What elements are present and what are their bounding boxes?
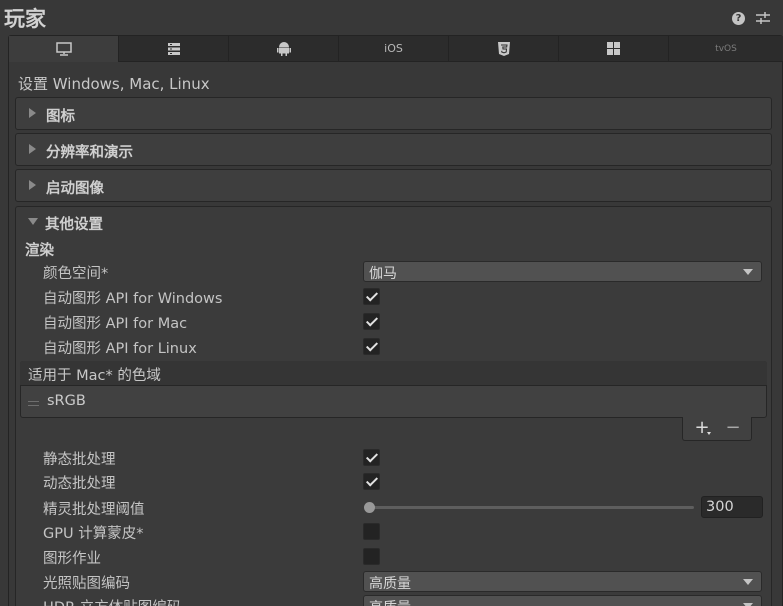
tab-webgl[interactable]: [449, 36, 559, 62]
lightmap-encoding-value: 高质量: [369, 576, 411, 592]
static-batching-label: 静态批处理: [43, 452, 116, 468]
hdr-cubemap-label: HDR 立方体贴图编码: [43, 596, 181, 606]
chevron-down-icon: [743, 579, 753, 585]
sprite-threshold-input[interactable]: 300: [701, 496, 763, 518]
static-batching-checkbox[interactable]: [363, 449, 380, 466]
auto-api-windows-label: 自动图形 API for Windows: [43, 291, 223, 307]
auto-api-windows-checkbox[interactable]: [363, 288, 380, 305]
sprite-threshold-value: 300: [706, 499, 734, 515]
color-gamut-header-label: 适用于 Mac* 的色域: [28, 368, 161, 384]
section-splash-label: 启动图像: [46, 181, 104, 197]
gpu-skinning-checkbox[interactable]: [363, 523, 380, 540]
expand-arrow-icon: [29, 108, 36, 118]
color-space-label: 颜色空间*: [43, 266, 109, 282]
windows-icon: [607, 42, 620, 55]
gpu-skinning-label: GPU 计算蒙皮*: [43, 526, 144, 542]
platform-subtitle: 设置 Windows, Mac, Linux: [18, 75, 210, 93]
expand-arrow-icon: [29, 180, 36, 190]
section-icon-label: 图标: [46, 109, 75, 125]
tab-windows-store[interactable]: [559, 36, 669, 62]
lightmap-encoding-dropdown[interactable]: 高质量: [363, 571, 762, 592]
graphics-jobs-checkbox[interactable]: [363, 548, 380, 565]
tab-android[interactable]: [229, 36, 339, 62]
hdr-cubemap-dropdown[interactable]: 高质量: [363, 595, 762, 606]
auto-api-mac-label: 自动图形 API for Mac: [43, 316, 188, 332]
color-space-value: 伽马: [369, 266, 397, 282]
ios-label: iOS: [384, 42, 403, 55]
html5-icon: [497, 41, 510, 56]
section-resolution[interactable]: 分辨率和演示: [15, 133, 772, 166]
tvos-label: tvOS: [715, 43, 737, 54]
settings-sliders-icon[interactable]: [756, 10, 770, 26]
section-icon[interactable]: 图标: [15, 97, 772, 130]
chevron-down-icon: [743, 269, 753, 275]
tab-dedicated-server[interactable]: [119, 36, 229, 62]
sprite-threshold-slider[interactable]: [368, 506, 694, 509]
color-space-dropdown[interactable]: 伽马: [363, 261, 762, 282]
collapse-arrow-icon: [28, 218, 38, 225]
tab-standalone[interactable]: [9, 36, 119, 62]
server-icon: [167, 42, 180, 55]
slider-thumb[interactable]: [364, 502, 375, 513]
window-title: 玩家: [4, 7, 46, 31]
auto-api-linux-checkbox[interactable]: [363, 338, 380, 355]
section-resolution-label: 分辨率和演示: [46, 145, 133, 161]
help-icon[interactable]: ?: [732, 12, 745, 25]
monitor-icon: [55, 42, 72, 56]
android-icon: [276, 42, 291, 56]
section-other-header[interactable]: 其他设置: [15, 206, 772, 237]
sprite-threshold-label: 精灵批处理阈值: [43, 502, 145, 518]
platform-tabs: iOS tvOS: [9, 36, 783, 62]
dropdown-caret-icon: [707, 432, 711, 435]
section-other-label: 其他设置: [45, 217, 103, 233]
expand-arrow-icon: [29, 144, 36, 154]
lightmap-encoding-label: 光照贴图编码: [43, 576, 130, 592]
drag-handle-icon[interactable]: [28, 401, 39, 406]
tab-tvos[interactable]: tvOS: [669, 36, 783, 62]
graphics-jobs-label: 图形作业: [43, 551, 101, 567]
remove-gamut-button[interactable]: −: [725, 419, 741, 437]
color-gamut-item[interactable]: sRGB: [47, 393, 86, 409]
tab-ios[interactable]: iOS: [339, 36, 449, 62]
section-splash[interactable]: 启动图像: [15, 169, 772, 202]
rendering-group-label: 渲染: [25, 243, 54, 259]
color-gamut-list-header: 适用于 Mac* 的色域: [20, 361, 767, 386]
auto-api-linux-label: 自动图形 API for Linux: [43, 341, 197, 357]
dynamic-batching-label: 动态批处理: [43, 476, 116, 492]
auto-api-mac-checkbox[interactable]: [363, 313, 380, 330]
hdr-cubemap-value: 高质量: [369, 597, 411, 606]
dynamic-batching-checkbox[interactable]: [363, 473, 380, 490]
